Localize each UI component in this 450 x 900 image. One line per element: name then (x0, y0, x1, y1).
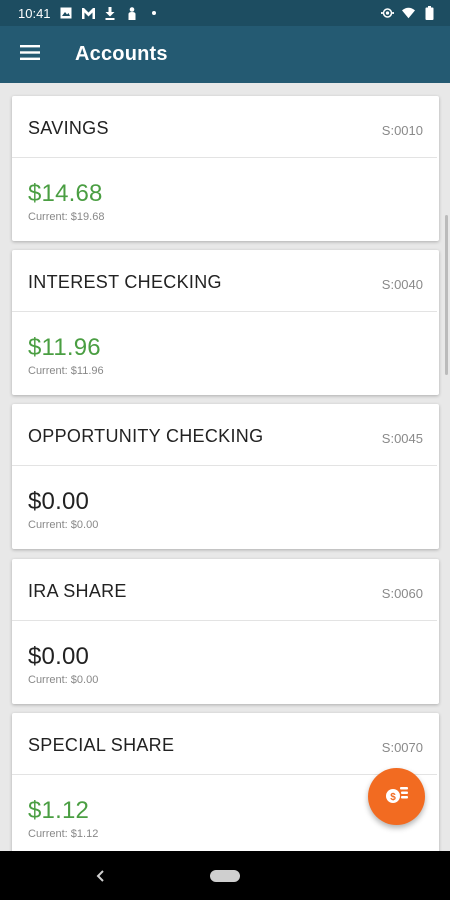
gallery-icon (60, 7, 73, 20)
account-number: S:0060 (381, 586, 423, 601)
available-balance: $14.68 (28, 180, 103, 207)
account-card-header: IRA SHARE S:0060 (12, 559, 437, 621)
account-number: S:0040 (381, 277, 423, 292)
home-button[interactable] (210, 869, 240, 882)
account-card-savings[interactable]: SAVINGS S:0010 $14.68 Current: $19.68 (12, 96, 439, 241)
current-balance: Current: $0.00 (28, 674, 99, 686)
back-icon[interactable] (92, 866, 108, 886)
current-balance: Current: $1.12 (28, 828, 99, 840)
available-balance: $0.00 (28, 643, 90, 670)
data-saver-icon (381, 7, 394, 20)
scrollbar[interactable] (445, 215, 448, 375)
account-name: SAVINGS (28, 118, 109, 138)
account-card-header: OPPORTUNITY CHECKING S:0045 (12, 404, 437, 466)
account-number: S:0010 (381, 123, 423, 138)
account-list[interactable]: SAVINGS S:0010 $14.68 Current: $19.68 IN… (0, 83, 450, 851)
transfer-fab-button[interactable]: $ (368, 768, 425, 825)
page-title: Accounts (75, 43, 168, 65)
account-card-header: INTEREST CHECKING S:0040 (12, 250, 437, 312)
accessibility-icon (126, 6, 139, 20)
download-icon (104, 6, 117, 20)
account-card-ira-share[interactable]: IRA SHARE S:0060 $0.00 Current: $0.00 (12, 559, 439, 704)
account-name: INTEREST CHECKING (28, 272, 222, 292)
app-bar: Accounts (0, 26, 450, 83)
current-balance: Current: $0.00 (28, 519, 99, 531)
system-nav-bar (0, 851, 450, 900)
current-balance: Current: $11.96 (28, 365, 104, 377)
battery-icon (423, 6, 436, 20)
account-name: OPPORTUNITY CHECKING (28, 426, 264, 446)
transfer-coins-icon: $ (385, 783, 409, 810)
gmail-icon (81, 7, 95, 20)
status-bar: 10:41 (0, 0, 450, 26)
wifi-icon (402, 7, 415, 20)
svg-text:$: $ (390, 792, 396, 803)
account-name: SPECIAL SHARE (28, 735, 175, 755)
account-number: S:0045 (381, 431, 423, 446)
account-number: S:0070 (381, 740, 423, 755)
account-card-opportunity-checking[interactable]: OPPORTUNITY CHECKING S:0045 $0.00 Curren… (12, 404, 439, 549)
available-balance: $11.96 (28, 334, 101, 361)
account-card-header: SAVINGS S:0010 (12, 96, 437, 158)
hamburger-menu-icon (20, 44, 40, 65)
available-balance: $1.12 (28, 797, 90, 824)
status-time: 10:41 (18, 5, 51, 21)
notification-dot-icon (148, 7, 161, 20)
account-card-header: SPECIAL SHARE S:0070 (12, 713, 437, 775)
account-name: IRA SHARE (28, 581, 127, 601)
account-card-interest-checking[interactable]: INTEREST CHECKING S:0040 $11.96 Current:… (12, 250, 439, 395)
menu-button[interactable] (0, 26, 60, 83)
current-balance: Current: $19.68 (28, 211, 105, 223)
available-balance: $0.00 (28, 488, 90, 515)
